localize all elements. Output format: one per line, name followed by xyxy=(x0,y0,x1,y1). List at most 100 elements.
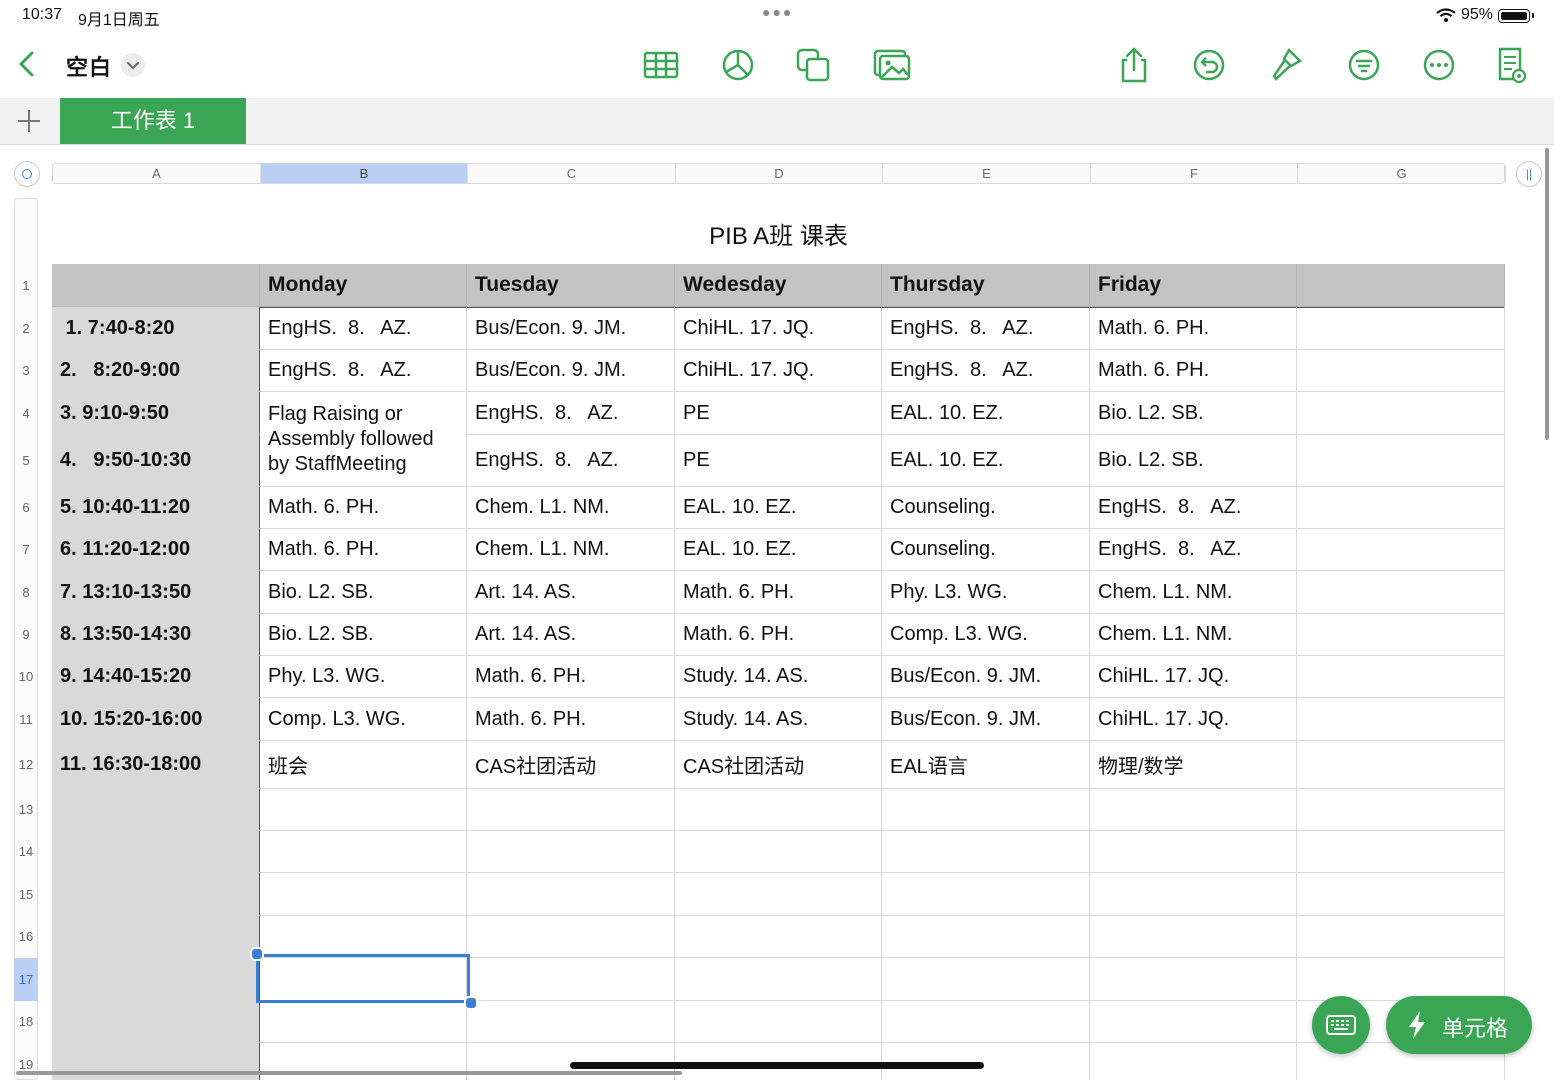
header-cell[interactable] xyxy=(1297,264,1505,307)
row-header-12[interactable]: 12 xyxy=(14,741,38,789)
table-cell[interactable] xyxy=(467,789,675,831)
table-cell[interactable]: Math. 6. PH. xyxy=(467,656,675,698)
table-cell[interactable]: 4. 9:50-10:30 xyxy=(52,435,260,487)
row-header-8[interactable]: 8 xyxy=(14,571,38,614)
table-cell[interactable]: Bus/Econ. 9. JM. xyxy=(882,656,1090,698)
table-cell[interactable]: Art. 14. AS. xyxy=(467,614,675,656)
table-cell[interactable]: 3. 9:10-9:50 xyxy=(52,392,260,435)
table-cell[interactable] xyxy=(1297,350,1505,392)
table-cell[interactable]: EngHS. 8. AZ. xyxy=(1090,529,1297,571)
back-chevron-icon[interactable] xyxy=(14,50,42,78)
table-cell[interactable] xyxy=(467,831,675,873)
table-cell[interactable]: Art. 14. AS. xyxy=(467,571,675,614)
table-cell[interactable]: EngHS. 8. AZ. xyxy=(1090,487,1297,529)
table-cell[interactable] xyxy=(260,916,467,958)
table-cell[interactable] xyxy=(1090,873,1297,916)
table-cell[interactable]: EngHS. 8. AZ. xyxy=(467,435,675,487)
title-menu-chevron-icon[interactable] xyxy=(121,53,145,77)
table-cell[interactable] xyxy=(1297,307,1505,350)
table-cell[interactable]: Bio. L2. SB. xyxy=(1090,435,1297,487)
table-cell[interactable]: Chem. L1. NM. xyxy=(1090,614,1297,656)
table-cell[interactable]: ChiHL. 17. JQ. xyxy=(1090,698,1297,741)
table-cell[interactable]: Chem. L1. NM. xyxy=(1090,571,1297,614)
table-cell[interactable]: 6. 11:20-12:00 xyxy=(52,529,260,571)
table-cell[interactable]: 9. 14:40-15:20 xyxy=(52,656,260,698)
table-cell[interactable] xyxy=(260,873,467,916)
header-cell[interactable]: Monday xyxy=(260,264,467,307)
reading-view-icon[interactable] xyxy=(1492,46,1530,84)
document-title[interactable]: 空白 xyxy=(66,50,112,82)
table-cell[interactable] xyxy=(1297,435,1505,487)
table-cell[interactable] xyxy=(1297,529,1505,571)
table-cell[interactable] xyxy=(1297,916,1505,958)
freeze-columns-handle-icon[interactable]: || xyxy=(1516,161,1542,187)
table-cell[interactable]: Math. 6. PH. xyxy=(675,571,882,614)
table-cell[interactable]: EAL. 10. EZ. xyxy=(675,487,882,529)
table-cell[interactable]: Phy. L3. WG. xyxy=(882,571,1090,614)
selection-handle-bottom-right[interactable] xyxy=(464,996,478,1010)
header-cell[interactable]: Tuesday xyxy=(467,264,675,307)
table-cell[interactable] xyxy=(882,916,1090,958)
more-options-icon[interactable] xyxy=(1420,46,1458,84)
table-cell[interactable] xyxy=(1297,698,1505,741)
table-cell[interactable] xyxy=(882,958,1090,1001)
table-cell[interactable] xyxy=(675,873,882,916)
table-cell[interactable] xyxy=(1297,392,1505,435)
row-header-14[interactable]: 14 xyxy=(14,831,38,873)
table-cell[interactable]: EngHS. 8. AZ. xyxy=(260,350,467,392)
share-icon[interactable] xyxy=(1115,46,1153,84)
row-header-18[interactable]: 18 xyxy=(14,1001,38,1043)
table-cell[interactable]: Math. 6. PH. xyxy=(1090,350,1297,392)
table-cell[interactable] xyxy=(467,958,675,1001)
table-cell[interactable]: Math. 6. PH. xyxy=(675,614,882,656)
table-cell[interactable] xyxy=(260,789,467,831)
table-cell[interactable] xyxy=(1297,789,1505,831)
row-header-2[interactable]: 2 xyxy=(14,307,38,350)
table-cell[interactable]: EAL. 10. EZ. xyxy=(675,529,882,571)
table-cell[interactable] xyxy=(675,958,882,1001)
table-cell[interactable]: EAL语言 xyxy=(882,741,1090,789)
table-cell[interactable] xyxy=(675,831,882,873)
table-cell[interactable] xyxy=(1090,789,1297,831)
table-cell[interactable]: Study. 14. AS. xyxy=(675,656,882,698)
table-cell[interactable]: Phy. L3. WG. xyxy=(260,656,467,698)
row-header-5[interactable]: 5 xyxy=(14,435,38,487)
table-cell[interactable] xyxy=(1090,916,1297,958)
table-cell[interactable]: ChiHL. 17. JQ. xyxy=(1090,656,1297,698)
table-cell[interactable]: Comp. L3. WG. xyxy=(882,614,1090,656)
table-cell[interactable]: Counseling. xyxy=(882,487,1090,529)
row-header-6[interactable]: 6 xyxy=(14,487,38,529)
table-cell[interactable]: EngHS. 8. AZ. xyxy=(882,350,1090,392)
row-header-13[interactable]: 13 xyxy=(14,789,38,831)
header-cell[interactable]: Wedesday xyxy=(675,264,882,307)
table-cell[interactable] xyxy=(260,1001,467,1043)
selection-handle-top-left[interactable] xyxy=(250,947,264,961)
header-cell[interactable]: Friday xyxy=(1090,264,1297,307)
table-cell[interactable]: Bio. L2. SB. xyxy=(260,614,467,656)
header-cell[interactable] xyxy=(52,264,260,307)
table-cell[interactable] xyxy=(882,1001,1090,1043)
table-cell[interactable] xyxy=(675,916,882,958)
insert-table-icon[interactable] xyxy=(642,46,680,84)
table-cell[interactable]: Bus/Econ. 9. JM. xyxy=(882,698,1090,741)
row-header-17[interactable]: 17 xyxy=(14,958,38,1001)
multitasking-dots-icon[interactable]: ●●● xyxy=(762,4,793,20)
insert-media-icon[interactable] xyxy=(873,46,911,84)
table-cell[interactable] xyxy=(1297,656,1505,698)
table-cell[interactable]: Math. 6. PH. xyxy=(260,529,467,571)
table-cell[interactable] xyxy=(52,789,260,831)
table-cell[interactable] xyxy=(1090,1001,1297,1043)
insert-chart-icon[interactable] xyxy=(719,46,757,84)
table-cell[interactable] xyxy=(1297,614,1505,656)
format-brush-icon[interactable] xyxy=(1267,46,1305,84)
sheet-tab[interactable]: 工作表 1 xyxy=(60,98,246,144)
table-cell[interactable] xyxy=(1090,958,1297,1001)
table-cell[interactable] xyxy=(882,831,1090,873)
table-cell[interactable]: Flag Raising or Assembly followed by Sta… xyxy=(260,392,467,487)
row-header-1[interactable]: 1 xyxy=(14,264,38,307)
table-cell[interactable] xyxy=(1297,831,1505,873)
table-cell[interactable]: ChiHL. 17. JQ. xyxy=(675,350,882,392)
table-cell[interactable]: Math. 6. PH. xyxy=(1090,307,1297,350)
row-header-10[interactable]: 10 xyxy=(14,656,38,698)
table-cell[interactable]: Bus/Econ. 9. JM. xyxy=(467,307,675,350)
